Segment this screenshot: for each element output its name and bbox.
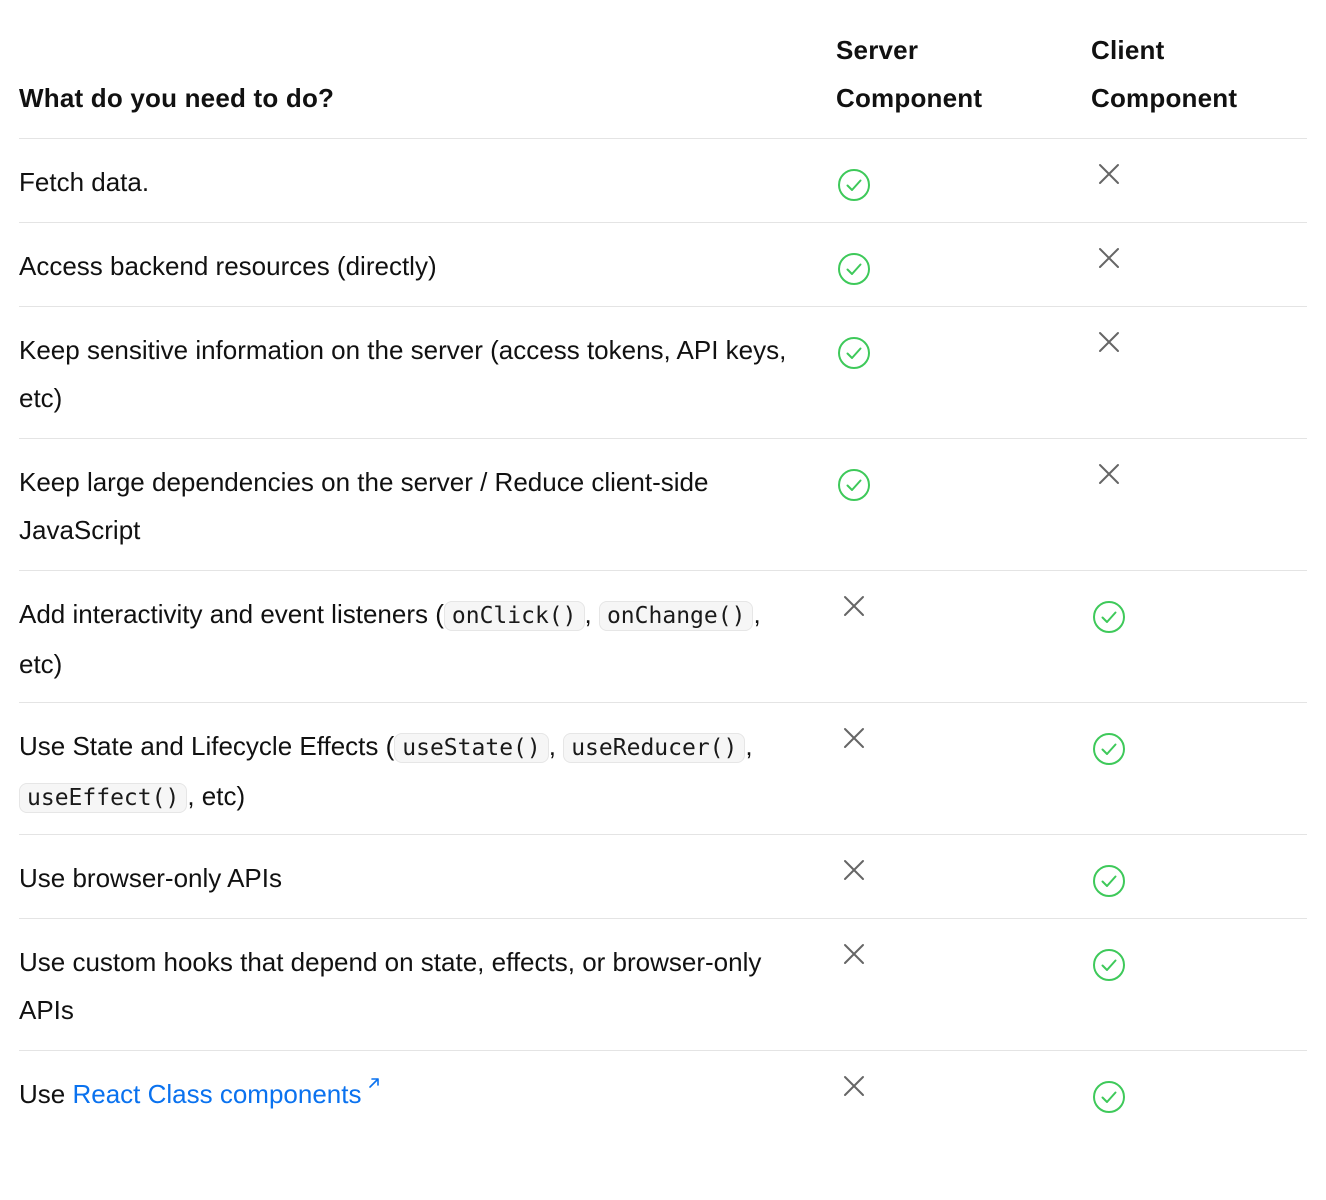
x-icon <box>844 860 864 880</box>
row-task: Use State and Lifecycle Effects (useStat… <box>19 722 809 822</box>
row-text: , etc) <box>187 781 246 811</box>
row-task: Fetch data. <box>19 167 150 197</box>
row-task: Keep large dependencies on the server / … <box>19 467 709 545</box>
table-row: Keep sensitive information on the server… <box>19 307 1307 439</box>
external-link-icon <box>368 1078 379 1088</box>
x-icon <box>1099 164 1119 184</box>
table-row: Add interactivity and event listeners (o… <box>19 571 1307 703</box>
x-icon <box>1099 248 1119 268</box>
row-task: Access backend resources (directly) <box>19 251 437 281</box>
check-circle-icon <box>1093 1081 1125 1113</box>
inline-code: useState() <box>394 733 549 763</box>
header-server-line1: Server <box>836 35 919 65</box>
header-client-line1: Client <box>1091 35 1165 65</box>
check-circle-icon <box>838 169 870 201</box>
table-header: What do you need to do? Server Component… <box>19 0 1307 139</box>
table-row: Access backend resources (directly) <box>19 223 1307 307</box>
x-icon <box>1099 464 1119 484</box>
table-row: Use State and Lifecycle Effects (useStat… <box>19 703 1307 835</box>
header-client-component: Client Component <box>1091 26 1311 122</box>
row-task: Keep sensitive information on the server… <box>19 335 787 413</box>
row-text: Use State and Lifecycle Effects ( <box>19 731 395 761</box>
header-task: What do you need to do? <box>19 83 335 113</box>
x-icon <box>844 596 864 616</box>
inline-code: onChange() <box>598 601 754 631</box>
table-row: Use browser-only APIs <box>19 835 1307 919</box>
table-row: Keep large dependencies on the server / … <box>19 439 1307 571</box>
header-server-component: Server Component <box>836 26 1056 122</box>
header-server-line2: Component <box>836 83 983 113</box>
inline-code: useReducer() <box>563 733 746 763</box>
react-class-components-link[interactable]: React Class components <box>72 1078 381 1109</box>
x-icon <box>1099 332 1119 352</box>
inline-code: onClick() <box>443 601 585 631</box>
x-icon <box>844 728 864 748</box>
check-circle-icon <box>838 337 870 369</box>
row-text: , <box>548 731 564 761</box>
check-circle-icon <box>1093 865 1125 897</box>
table-row: Fetch data. <box>19 139 1307 223</box>
row-text: Add interactivity and event listeners ( <box>19 599 444 629</box>
x-icon <box>844 1076 864 1096</box>
row-text: , <box>745 731 753 761</box>
row-task: Use React Class components <box>19 1070 809 1118</box>
x-icon <box>844 944 864 964</box>
table-row: Use React Class components <box>19 1051 1307 1135</box>
row-task: Add interactivity and event listeners (o… <box>19 590 809 688</box>
inline-code: useEffect() <box>19 783 188 813</box>
row-task: Use custom hooks that depend on state, e… <box>19 947 762 1025</box>
row-text: , <box>584 599 599 629</box>
check-circle-icon <box>1093 949 1125 981</box>
link-text: React Class components <box>72 1079 362 1109</box>
check-circle-icon <box>838 469 870 501</box>
row-task: Use browser-only APIs <box>19 863 282 893</box>
table-row: Use custom hooks that depend on state, e… <box>19 919 1307 1051</box>
check-circle-icon <box>1093 733 1125 765</box>
header-client-line2: Component <box>1091 83 1238 113</box>
check-circle-icon <box>838 253 870 285</box>
check-circle-icon <box>1093 601 1125 633</box>
row-text: Use <box>19 1079 73 1109</box>
comparison-table: What do you need to do? Server Component… <box>19 0 1307 1135</box>
